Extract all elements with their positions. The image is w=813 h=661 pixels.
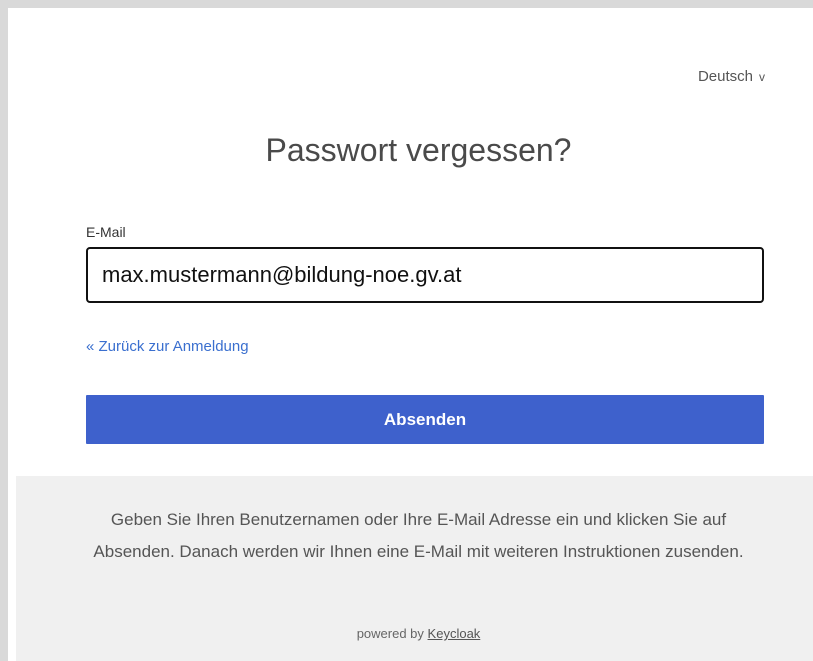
- page-title: Passwort vergessen?: [265, 132, 572, 168]
- submit-button[interactable]: Absenden: [86, 395, 764, 444]
- keycloak-link[interactable]: Keycloak: [428, 626, 481, 641]
- powered-by-label: powered by: [356, 626, 424, 641]
- chevron-down-icon: v: [759, 70, 765, 84]
- forgot-password-card: Deutsch v Passwort vergessen? E-Mail « Zu…: [16, 16, 813, 661]
- language-label: Deutsch: [697, 68, 753, 85]
- login-frame: Deutsch v Passwort vergessen? E-Mail « Zu…: [0, 0, 813, 661]
- language-selector[interactable]: Deutsch v: [698, 68, 765, 85]
- email-label: E-Mail: [86, 224, 126, 240]
- email-field[interactable]: [86, 247, 764, 303]
- info-panel: Geben Sie Ihren Benutzernamen oder Ihre …: [16, 476, 813, 661]
- info-text: Geben Sie Ihren Benutzernamen oder Ihre …: [93, 510, 744, 561]
- powered-by: powered by Keycloak: [16, 626, 813, 641]
- back-to-login-link[interactable]: « Zurück zur Anmeldung: [86, 338, 249, 355]
